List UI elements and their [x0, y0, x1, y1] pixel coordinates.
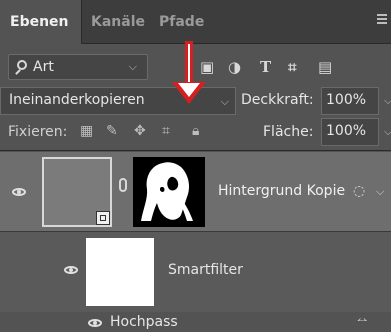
- fill-input[interactable]: 100%: [321, 118, 379, 146]
- blend-mode-value: Ineinanderkopieren: [9, 92, 145, 108]
- layer-mask-thumbnail[interactable]: [133, 157, 205, 227]
- lock-label: Fixieren:: [8, 124, 68, 140]
- smart-object-badge-icon: [96, 211, 110, 225]
- layer-name[interactable]: Hintergrund Kopie: [218, 183, 345, 199]
- visibility-eye-icon[interactable]: [64, 266, 78, 274]
- tab-ebenen[interactable]: Ebenen: [10, 14, 69, 30]
- layer-filter-dropdown[interactable]: Art ⌵: [8, 54, 148, 80]
- tab-pfade[interactable]: Pfade: [159, 14, 204, 30]
- smart-filter-options-icon[interactable]: ◌: [353, 183, 365, 199]
- smartfilter-label[interactable]: Smartfilter: [168, 262, 243, 278]
- image-filter-icon[interactable]: ▣: [200, 58, 214, 76]
- smartobject-filter-icon[interactable]: ▤: [318, 58, 332, 76]
- filter-type-label: Art: [33, 59, 54, 75]
- fill-chevron-icon[interactable]: ⌵: [384, 125, 391, 139]
- chevron-down-icon: ⌵: [128, 60, 137, 73]
- lock-position-icon[interactable]: ✥: [134, 123, 146, 139]
- link-chain-icon[interactable]: [119, 178, 127, 192]
- chevron-down-icon[interactable]: ⌵: [376, 185, 384, 199]
- opacity-input[interactable]: 100%: [321, 87, 379, 115]
- fill-label: Fläche:: [263, 124, 314, 140]
- type-filter-icon[interactable]: T: [260, 58, 271, 76]
- filter-name[interactable]: Hochpass: [110, 314, 178, 330]
- chevron-down-icon: ⌵: [220, 95, 229, 108]
- opacity-chevron-icon[interactable]: ⌵: [384, 94, 391, 108]
- panel-tabs: Ebenen Kanäle Pfade: [0, 0, 391, 44]
- filter-blending-options-icon[interactable]: ⥎: [357, 313, 367, 328]
- visibility-eye-icon[interactable]: [88, 319, 102, 327]
- lock-transparency-icon[interactable]: ▦: [80, 123, 93, 139]
- lock-all-icon[interactable]: 🔒︎: [192, 123, 199, 139]
- filter-row[interactable]: [0, 312, 391, 332]
- panel-menu-icon[interactable]: [377, 12, 387, 26]
- adjustment-filter-icon[interactable]: ◑: [228, 58, 241, 76]
- lock-artboard-icon[interactable]: ⌗: [162, 123, 170, 139]
- divider: [0, 150, 391, 151]
- smartfilter-mask-thumbnail[interactable]: [86, 238, 154, 306]
- shape-filter-icon[interactable]: ⌗: [288, 58, 296, 76]
- search-icon: [17, 60, 27, 70]
- fill-value: 100%: [326, 123, 367, 139]
- tab-kanaele[interactable]: Kanäle: [91, 14, 145, 30]
- visibility-eye-icon[interactable]: [12, 188, 26, 196]
- opacity-value: 100%: [326, 92, 367, 108]
- layers-panel: Ebenen Kanäle Pfade Art ⌵ ▣ ◑ T ⌗ ▤ Inei…: [0, 0, 391, 332]
- lock-pixels-icon[interactable]: ✎: [106, 123, 118, 139]
- opacity-label: Deckkraft:: [241, 92, 314, 108]
- mask-silhouette-image: [141, 162, 193, 221]
- annotation-arrow-shaft: [185, 41, 193, 85]
- annotation-arrow-head-inner: [178, 83, 200, 97]
